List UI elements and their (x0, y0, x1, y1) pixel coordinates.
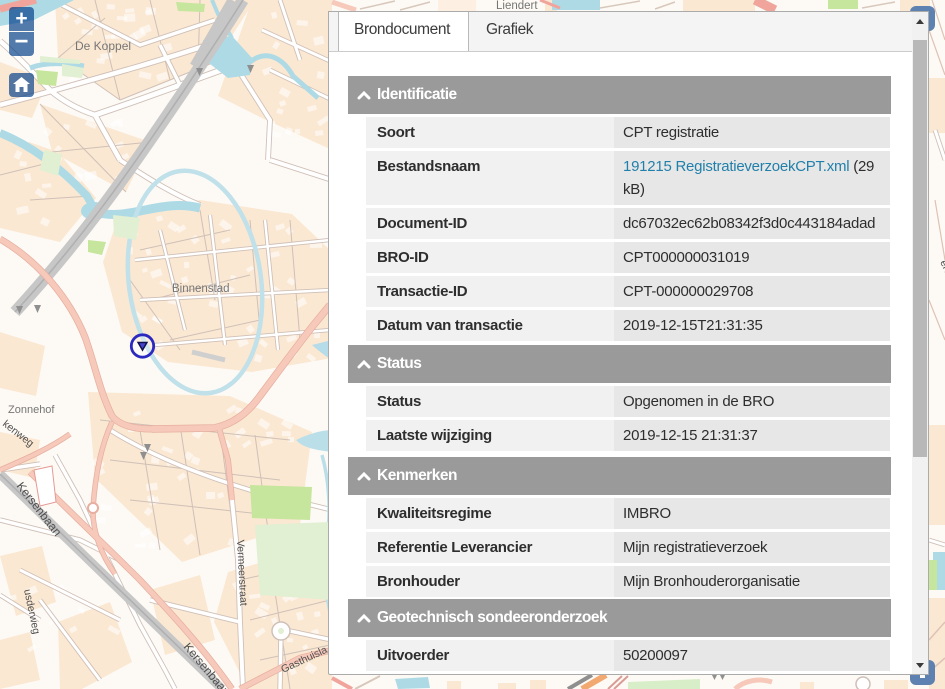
svg-text:Binnenstad: Binnenstad (172, 283, 230, 295)
svg-text:Zonnehof: Zonnehof (8, 404, 55, 416)
svg-text:De Koppel: De Koppel (75, 39, 131, 53)
